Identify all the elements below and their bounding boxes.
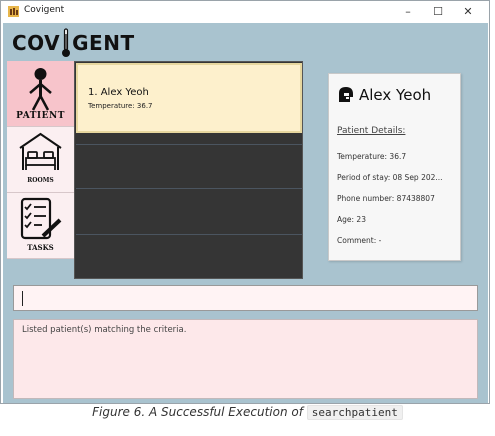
logo-text-right: GENT (72, 31, 135, 55)
sidebar: PATIENT ROOMS TASKS (7, 61, 74, 259)
thermometer-icon (62, 28, 71, 57)
list-divider (76, 188, 302, 189)
caption-code: searchpatient (306, 405, 403, 420)
detail-patient-name: Alex Yeoh (359, 86, 432, 104)
sidebar-item-patient[interactable]: PATIENT (7, 61, 74, 127)
figure-caption: Figure 6. A Successful Execution of sear… (0, 405, 495, 420)
text-caret (22, 291, 23, 306)
title-bar[interactable]: Covigent – ☐ ✕ (1, 1, 489, 23)
sidebar-item-label: ROOMS (27, 177, 54, 184)
detail-phone: Phone number: 87438807 (337, 194, 435, 203)
window-title: Covigent (24, 5, 65, 15)
patient-figure-icon (29, 68, 52, 111)
bed-room-icon (19, 132, 62, 170)
detail-age: Age: 23 (337, 215, 366, 224)
detail-header: Alex Yeoh (336, 83, 431, 107)
command-input[interactable] (13, 285, 478, 311)
sidebar-item-rooms[interactable]: ROOMS (7, 127, 74, 193)
patient-list-temperature: Temperature: 36.7 (88, 102, 153, 110)
logo-text-left: COV (12, 31, 61, 55)
patient-detail-panel: Alex Yeoh Patient Details: Temperature: … (328, 73, 461, 261)
app-window: Covigent – ☐ ✕ COV GENT PATIENT ROOMS TA… (0, 0, 490, 404)
close-button[interactable]: ✕ (453, 4, 483, 20)
sidebar-item-tasks[interactable]: TASKS (7, 193, 74, 259)
patient-list-name: 1. Alex Yeoh (88, 87, 149, 98)
sidebar-item-label: TASKS (27, 243, 54, 252)
patient-list[interactable]: 1. Alex Yeoh Temperature: 36.7 (74, 61, 303, 279)
patient-head-icon (339, 87, 353, 102)
list-item[interactable]: 1. Alex Yeoh Temperature: 36.7 (76, 63, 302, 133)
maximize-button[interactable]: ☐ (423, 4, 453, 20)
list-divider (76, 144, 302, 145)
sidebar-item-label: PATIENT (16, 111, 65, 121)
detail-period-of-stay: Period of stay: 08 Sep 202... (337, 173, 443, 182)
detail-comment: Comment: - (337, 236, 382, 245)
detail-section-title: Patient Details: (337, 126, 406, 136)
app-body: COV GENT PATIENT ROOMS TASKS 1. Alex Yeo… (3, 23, 488, 403)
minimize-button[interactable]: – (393, 4, 423, 20)
detail-temperature: Temperature: 36.7 (337, 152, 407, 161)
app-icon (8, 6, 19, 17)
list-divider (76, 234, 302, 235)
result-message: Listed patient(s) matching the criteria. (22, 325, 187, 335)
app-logo: COV GENT (12, 26, 135, 60)
caption-text: Figure 6. A Successful Execution of (92, 405, 303, 419)
result-display[interactable]: Listed patient(s) matching the criteria. (13, 319, 478, 399)
task-checklist-icon (20, 197, 62, 240)
